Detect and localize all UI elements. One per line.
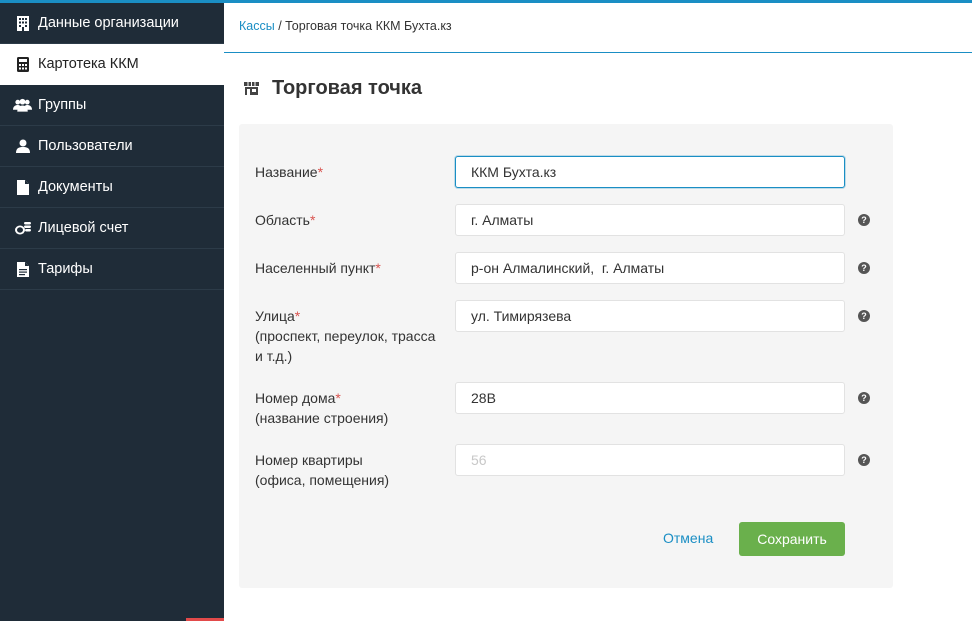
breadcrumb-separator: / xyxy=(274,19,286,33)
sidebar-item-label: Документы xyxy=(38,179,113,195)
sidebar-item-label: Пользователи xyxy=(38,138,133,154)
sidebar-item-account[interactable]: Лицевой счет xyxy=(0,208,224,249)
sidebar-item-organization[interactable]: Данные организации xyxy=(0,3,224,44)
street-help-icon[interactable]: ? xyxy=(858,310,870,322)
apartment-label: Номер квартиры (офиса, помещения) xyxy=(255,452,390,488)
sidebar-item-tariffs[interactable]: Тарифы xyxy=(0,249,224,290)
apartment-field[interactable] xyxy=(455,444,845,476)
house-label: Номер дома* (название строения) xyxy=(255,390,389,426)
sidebar-item-users[interactable]: Пользователи xyxy=(0,126,224,167)
apartment-hint: (офиса, помещения) xyxy=(255,472,390,488)
page-title-text: Торговая точка xyxy=(272,77,423,99)
user-icon xyxy=(13,138,32,154)
house-hint: (название строения) xyxy=(255,410,389,426)
page-title: Торговая точка xyxy=(244,77,422,100)
cancel-button[interactable]: Отмена xyxy=(663,530,713,546)
house-help-icon[interactable]: ? xyxy=(858,392,870,404)
sidebar: Данные организации Картотека ККМ Группы … xyxy=(0,3,224,621)
house-field[interactable] xyxy=(455,382,845,414)
sidebar-item-groups[interactable]: Группы xyxy=(0,85,224,126)
name-label: Название* xyxy=(255,164,324,180)
header-divider xyxy=(224,52,972,53)
required-mark: * xyxy=(309,212,316,228)
street-hint: (проспект, переулок, трасса и т.д.) xyxy=(255,328,436,364)
breadcrumb-current: Торговая точка ККМ Бухта.кз xyxy=(285,19,452,33)
required-mark: * xyxy=(335,390,341,406)
street-field[interactable] xyxy=(455,300,845,332)
tariff-document-icon xyxy=(13,261,32,277)
sidebar-item-label: Тарифы xyxy=(38,261,93,277)
sidebar-item-label: Лицевой счет xyxy=(38,220,129,236)
store-form: Название* Область* ? Населенный пункт* ?… xyxy=(239,124,893,588)
sidebar-item-label: Данные организации xyxy=(38,15,179,31)
locality-label: Населенный пункт* xyxy=(255,260,381,276)
sidebar-item-documents[interactable]: Документы xyxy=(0,167,224,208)
locality-help-icon[interactable]: ? xyxy=(858,262,870,274)
store-icon xyxy=(244,81,260,97)
required-mark: * xyxy=(317,164,324,180)
sidebar-item-kkm-registry[interactable]: Картотека ККМ xyxy=(0,44,224,85)
required-mark: * xyxy=(375,260,381,276)
region-label: Область* xyxy=(255,212,316,228)
users-group-icon xyxy=(13,97,32,113)
required-mark: * xyxy=(294,308,301,324)
region-help-icon[interactable]: ? xyxy=(858,214,870,226)
coins-icon xyxy=(13,220,32,236)
name-field[interactable] xyxy=(455,156,845,188)
apartment-help-icon[interactable]: ? xyxy=(858,454,870,466)
sidebar-item-label: Картотека ККМ xyxy=(38,56,139,72)
street-label: Улица* (проспект, переулок, трасса и т.д.… xyxy=(255,308,436,364)
main-content: Кассы / Торговая точка ККМ Бухта.кз Торг… xyxy=(224,3,972,621)
locality-field[interactable] xyxy=(455,252,845,284)
building-icon xyxy=(13,15,32,31)
breadcrumb-link-registers[interactable]: Кассы xyxy=(239,19,275,33)
document-icon xyxy=(13,179,32,195)
sidebar-item-label: Группы xyxy=(38,97,87,113)
region-field[interactable] xyxy=(455,204,845,236)
save-button[interactable]: Сохранить xyxy=(739,522,845,556)
calculator-icon xyxy=(13,56,32,72)
breadcrumb: Кассы / Торговая точка ККМ Бухта.кз xyxy=(239,19,452,33)
